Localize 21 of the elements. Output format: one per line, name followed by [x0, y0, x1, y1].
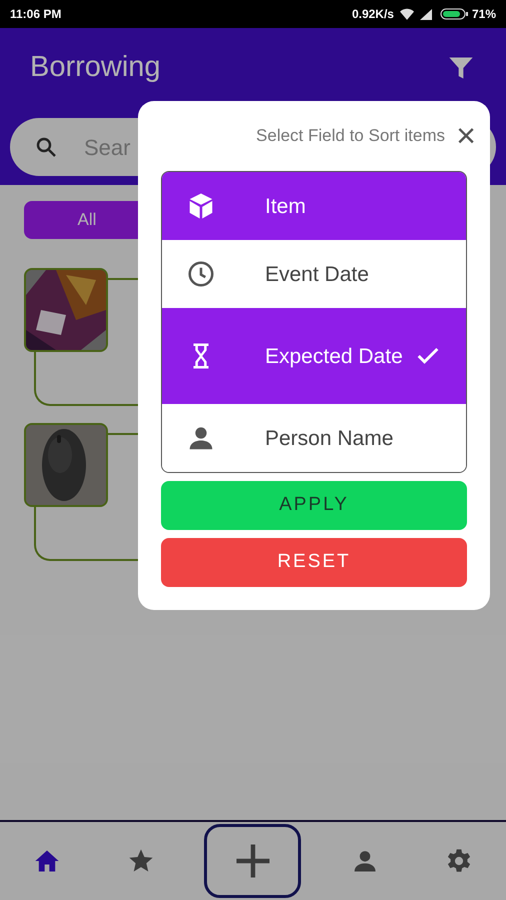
signal-icon [420, 8, 432, 20]
search-placeholder: Sear [84, 134, 130, 162]
option-label: Item [265, 194, 307, 220]
apply-button[interactable]: APPLY [161, 481, 467, 530]
clock-icon [186, 259, 216, 289]
add-button[interactable] [204, 824, 302, 898]
sort-option[interactable]: Expected Date [162, 308, 466, 404]
reset-button[interactable]: RESET [161, 538, 467, 587]
battery-level: 71% [472, 6, 496, 23]
wifi-icon [400, 8, 414, 20]
sort-option[interactable]: Item [162, 172, 466, 240]
option-label: Person Name [265, 426, 394, 452]
option-label: Expected Date [265, 344, 404, 370]
clock-time: 11:06 PM [10, 6, 62, 23]
app-title: Borrowing [30, 50, 162, 86]
battery-icon [440, 8, 468, 20]
search-icon [34, 135, 58, 159]
close-button[interactable]: × [453, 119, 479, 153]
dialog-title: Select Field to Sort items [256, 125, 445, 148]
option-label: Event Date [265, 262, 370, 288]
network-speed: 0.92K/s [352, 6, 394, 23]
